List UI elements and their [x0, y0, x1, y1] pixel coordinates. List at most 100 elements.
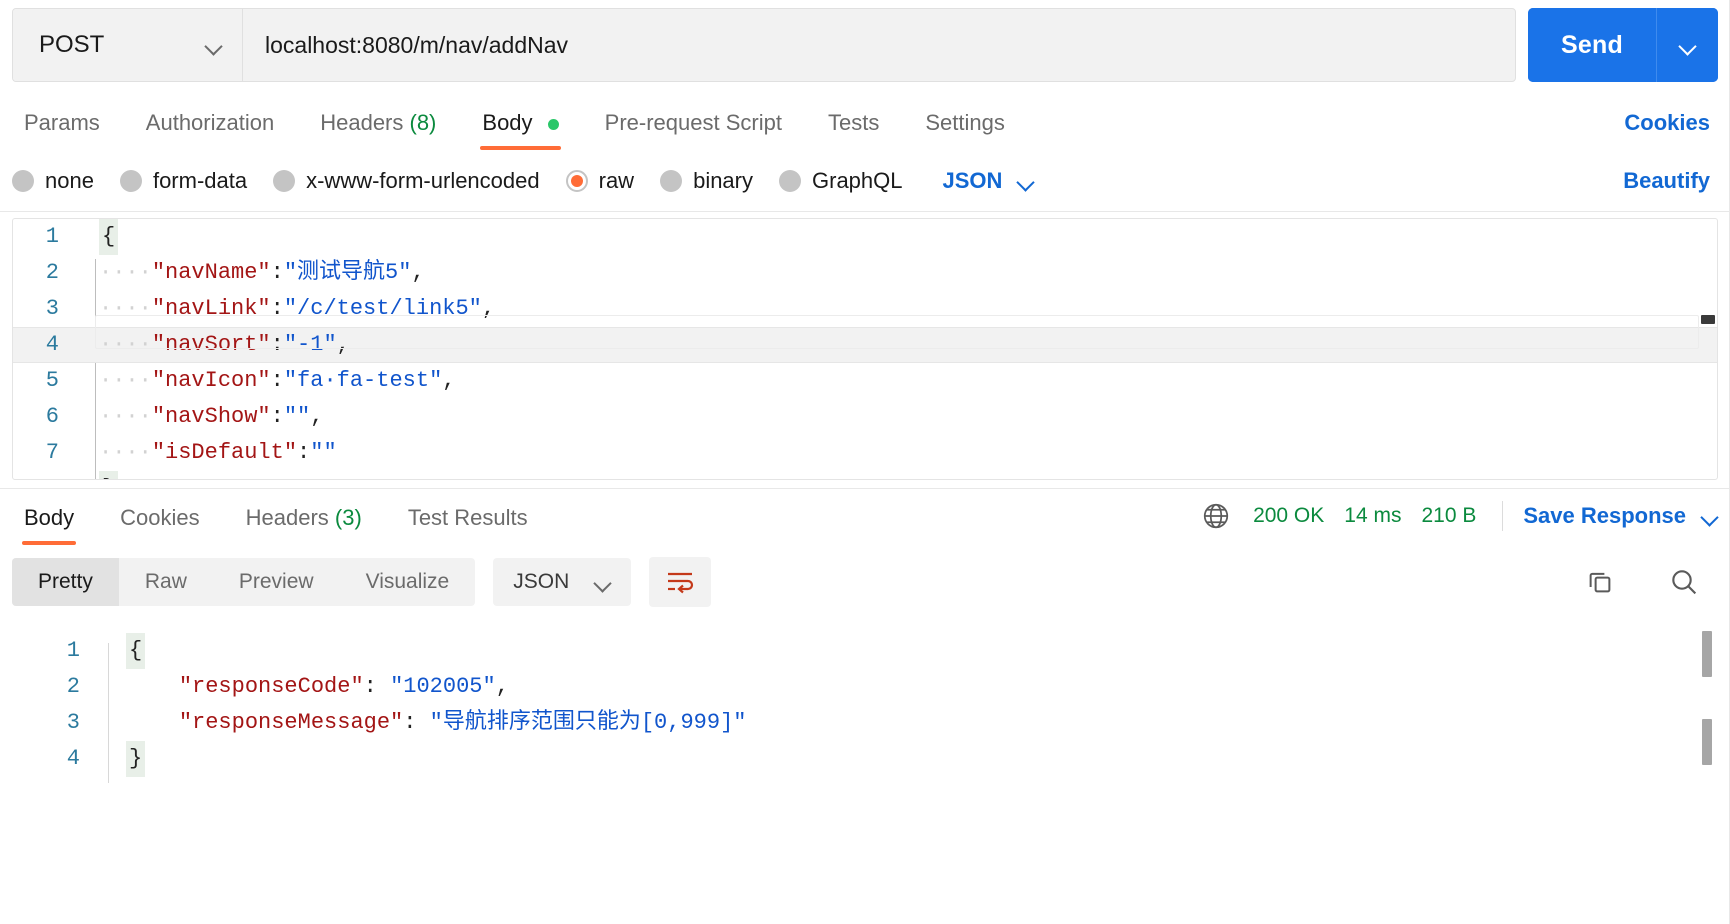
code-line[interactable]: 8} — [13, 471, 1717, 479]
code-line[interactable]: 1{ — [13, 219, 1717, 255]
code-token: , — [411, 260, 425, 285]
response-size: 210 B — [1421, 504, 1477, 527]
code-token: "navLink" — [151, 296, 271, 321]
request-body-editor[interactable]: 1{2 ····"navName":"测试导航5", 3 ····"navLink":… — [12, 218, 1718, 480]
tab-label: Headers — [320, 110, 404, 135]
code-token: , — [310, 404, 324, 429]
body-type-raw[interactable]: raw — [565, 168, 634, 194]
fold-brace[interactable]: } — [126, 741, 146, 777]
code-line: 1{ — [12, 633, 1718, 669]
body-type-form-data[interactable]: form-data — [119, 168, 247, 194]
request-url-bar: POST Send — [0, 0, 1730, 92]
code-line-content[interactable]: ····"isDefault":"" — [83, 435, 337, 471]
body-type-x-www-form-urlencoded[interactable]: x-www-form-urlencoded — [273, 168, 540, 194]
code-line-content[interactable]: ····"navSort":"-1", — [83, 327, 350, 363]
code-line[interactable]: 4 ····"navSort":"-1", — [13, 327, 1717, 363]
save-response-button[interactable]: Save Response — [1523, 503, 1686, 529]
radio-selected-icon — [565, 169, 588, 192]
line-number: 5 — [45, 368, 59, 393]
url-input[interactable] — [243, 9, 1515, 81]
view-mode-preview[interactable]: Preview — [213, 558, 340, 606]
code-line-content[interactable]: ····"navName":"测试导航5", — [83, 255, 425, 291]
code-token: "" — [283, 404, 311, 429]
tab-count: (8) — [409, 110, 437, 135]
code-token: : — [403, 710, 430, 735]
http-method-select[interactable]: POST — [13, 9, 243, 81]
line-number: 4 — [66, 746, 80, 771]
beautify-link[interactable]: Beautify — [1623, 168, 1710, 193]
code-line-content[interactable]: ····"navIcon":"fa·fa-test", — [83, 363, 455, 399]
code-line-content: "responseCode": "102005", — [110, 669, 509, 705]
fold-brace[interactable]: { — [99, 219, 119, 255]
beautify-link-wrap: Beautify — [1623, 168, 1718, 194]
code-line-content[interactable]: ····"navShow":"", — [83, 399, 323, 435]
raw-format-select[interactable]: JSON — [943, 168, 1035, 194]
scrollbar-thumb[interactable] — [1701, 315, 1715, 324]
line-number: 4 — [45, 332, 59, 357]
code-line[interactable]: 6 ····"navShow":"", — [13, 399, 1717, 435]
tab-params[interactable]: Params — [12, 110, 112, 150]
search-icon — [1672, 570, 1697, 595]
http-method-label: POST — [39, 31, 105, 58]
send-options-button[interactable] — [1656, 8, 1718, 82]
view-mode-raw[interactable]: Raw — [119, 558, 213, 606]
code-line[interactable]: 7 ····"isDefault":"" — [13, 435, 1717, 471]
body-type-none[interactable]: none — [12, 168, 94, 194]
response-tab-test-results[interactable]: Test Results — [396, 505, 540, 545]
scrollbar-thumb[interactable] — [1702, 631, 1712, 677]
tab-label: Pre-request Script — [604, 110, 782, 135]
code-line-content: } — [110, 741, 146, 777]
body-type-graphql[interactable]: GraphQL — [779, 168, 903, 194]
copy-button[interactable] — [1572, 557, 1628, 607]
code-token: "fa·fa-test" — [283, 368, 443, 393]
tab-label: Authorization — [145, 110, 275, 135]
line-number: 1 — [45, 224, 59, 249]
response-tab-headers[interactable]: Headers (3) — [234, 505, 374, 545]
chevron-down-icon — [1680, 37, 1696, 53]
tab-headers[interactable]: Headers (8) — [308, 110, 448, 150]
chevron-down-icon — [595, 574, 611, 590]
line-number: 1 — [66, 638, 80, 663]
fold-brace[interactable]: } — [99, 471, 119, 479]
code-token: "/c/test/link5" — [283, 296, 482, 321]
response-body-viewer[interactable]: 1{2 "responseCode": "102005", 3 "response… — [0, 617, 1730, 817]
line-number: 8 — [13, 471, 83, 479]
code-line[interactable]: 5 ····"navIcon":"fa·fa-test", — [13, 363, 1717, 399]
code-line-content[interactable]: } — [83, 471, 119, 479]
send-button[interactable]: Send — [1528, 8, 1656, 82]
tab-authorization[interactable]: Authorization — [134, 110, 286, 150]
response-tab-body[interactable]: Body — [12, 505, 86, 545]
search-button[interactable] — [1656, 557, 1712, 607]
cookies-link-wrap: Cookies — [1624, 110, 1718, 150]
word-wrap-button[interactable] — [649, 557, 712, 607]
tab-label: Params — [24, 110, 100, 135]
code-line-content[interactable]: ····"navLink":"/c/test/link5", — [83, 291, 495, 327]
request-editor-scrollbar[interactable] — [1701, 221, 1715, 477]
body-type-label: GraphQL — [812, 167, 903, 193]
view-mode-pretty[interactable]: Pretty — [12, 558, 119, 606]
cookies-link[interactable]: Cookies — [1624, 110, 1710, 135]
tab-tests[interactable]: Tests — [816, 110, 891, 150]
response-time: 14 ms — [1344, 504, 1402, 527]
view-mode-visualize[interactable]: Visualize — [340, 558, 476, 606]
fold-brace[interactable]: { — [126, 633, 146, 669]
tab-settings[interactable]: Settings — [913, 110, 1017, 150]
response-code-lines: 1{2 "responseCode": "102005", 3 "response… — [12, 633, 1718, 777]
tab-pre-request-script[interactable]: Pre-request Script — [593, 110, 794, 150]
code-token: : — [270, 260, 284, 285]
code-line[interactable]: 3 ····"navLink":"/c/test/link5", — [13, 291, 1717, 327]
request-code-lines[interactable]: 1{2 ····"navName":"测试导航5", 3 ····"navLink":… — [13, 219, 1717, 479]
response-tab-cookies[interactable]: Cookies — [108, 505, 211, 545]
body-type-row: none form-data x-www-form-urlencoded raw… — [0, 150, 1730, 212]
chevron-down-icon — [1018, 173, 1034, 189]
body-type-binary[interactable]: binary — [660, 168, 753, 194]
response-format-select[interactable]: JSON — [493, 558, 632, 606]
code-line-content[interactable]: { — [83, 219, 119, 255]
indent-dots: ···· — [99, 368, 152, 393]
status-badge: 200 OK — [1253, 504, 1325, 527]
chevron-down-icon[interactable] — [1702, 508, 1718, 524]
tab-body[interactable]: Body — [470, 110, 570, 150]
scrollbar-thumb-secondary[interactable] — [1702, 719, 1712, 765]
code-line[interactable]: 2 ····"navName":"测试导航5", — [13, 255, 1717, 291]
tab-label: Body — [24, 505, 75, 530]
